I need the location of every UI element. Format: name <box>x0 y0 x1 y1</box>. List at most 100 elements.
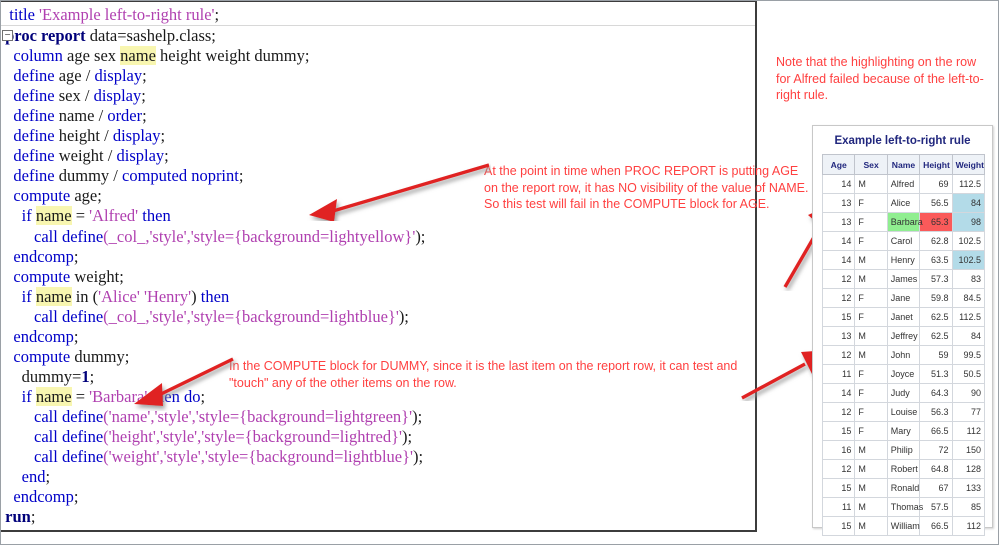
code-line[interactable]: call define(_col_,'style','style={backgr… <box>1 307 755 327</box>
code-token: call define <box>34 306 104 326</box>
table-cell-age: 14 <box>821 383 856 403</box>
code-token: 'style={background=lightblue}' <box>204 447 414 467</box>
code-line[interactable]: call define('name','style','style={backg… <box>1 407 755 427</box>
code-line[interactable]: − proc report data=sashelp.class; <box>1 26 755 46</box>
table-row: 14 F Judy 64.3 90 <box>821 383 986 403</box>
table-cell-height: 65.3 <box>919 212 953 232</box>
table-cell-name: Jane <box>886 288 921 308</box>
table-cell-name: Robert <box>886 459 921 479</box>
table-cell-name: Thomas <box>886 497 923 517</box>
table-row: 15 F Mary 66.5 112 <box>821 421 986 441</box>
code-token: compute <box>13 346 71 366</box>
table-cell-weight: 150 <box>951 440 986 460</box>
code-token: = <box>71 206 90 226</box>
code-line[interactable]: compute weight; <box>1 267 755 287</box>
code-token: run <box>5 507 31 527</box>
code-line[interactable]: column age sex name height weight dummy; <box>1 46 755 66</box>
table-row: 12 M Robert 64.8 128 <box>821 459 986 479</box>
table-cell-sex: F <box>854 212 888 232</box>
code-token: 'style={background=lightred}' <box>201 426 403 446</box>
report-title: Example left-to-right rule <box>834 135 971 147</box>
code-token: weight; <box>70 266 124 286</box>
table-cell-name: James <box>886 269 921 289</box>
table-cell-sex: M <box>854 516 888 536</box>
table-cell-age: 14 <box>821 231 856 251</box>
table-cell-sex: F <box>854 193 888 213</box>
code-line[interactable]: run; <box>1 507 755 527</box>
table-cell-age: 14 <box>821 174 856 194</box>
code-token: name <box>35 206 72 226</box>
table-cell-weight: 128 <box>951 459 986 479</box>
code-token: dummy / <box>54 166 122 186</box>
table-row: 15 F Janet 62.5 112.5 <box>821 307 986 327</box>
code-token: ; <box>73 326 79 346</box>
code-token: 'style={background=lightblue}' <box>190 306 399 326</box>
code-token: define <box>13 126 55 146</box>
table-cell-height: 62.5 <box>919 307 953 327</box>
code-token: (_col_, <box>103 226 150 246</box>
table-cell-age: 11 <box>821 497 856 517</box>
code-line[interactable]: call define('weight','style','style={bac… <box>1 447 755 467</box>
table-cell-weight: 112 <box>951 516 986 536</box>
table-cell-height: 72 <box>919 440 953 460</box>
code-token: call define <box>34 426 104 446</box>
code-token: data=sashelp.class; <box>85 26 216 46</box>
table-cell-sex: F <box>854 383 888 403</box>
table-column-header: Height <box>919 154 953 175</box>
code-token: name <box>35 286 72 306</box>
code-token: 'style={background=lightyellow}' <box>190 226 416 246</box>
table-cell-name: Barbara <box>886 212 923 232</box>
table-cell-age: 15 <box>821 478 856 498</box>
table-cell-height: 62.5 <box>919 326 953 346</box>
code-token: 'Alice' 'Henry' <box>98 286 192 306</box>
table-cell-height: 66.5 <box>919 516 953 536</box>
code-token: define <box>13 146 55 166</box>
code-line[interactable]: define height / display; <box>1 126 755 146</box>
table-cell-age: 15 <box>821 516 856 536</box>
code-line[interactable]: call define('height','style','style={bac… <box>1 427 755 447</box>
table-cell-weight: 112.5 <box>951 174 986 194</box>
table-cell-weight: 84.5 <box>951 288 986 308</box>
code-token: ; <box>214 5 220 24</box>
code-line[interactable]: if name in ('Alice' 'Henry') then <box>1 286 755 307</box>
code-line[interactable]: endcomp; <box>1 247 755 267</box>
table-row: 14 F Carol 62.8 102.5 <box>821 231 986 251</box>
sas-code-editor[interactable]: title 'Example left-to-right rule'; − pro… <box>1 1 757 532</box>
table-cell-age: 13 <box>821 326 856 346</box>
code-line[interactable]: endcomp; <box>1 327 755 347</box>
table-cell-sex: F <box>854 402 888 422</box>
table-row: 11 F Joyce 51.3 50.5 <box>821 364 986 384</box>
table-row: 15 M Ronald 67 133 <box>821 478 986 498</box>
table-cell-height: 62.8 <box>919 231 953 251</box>
code-line[interactable]: endcomp; <box>1 487 755 507</box>
table-cell-name: Philip <box>886 440 921 460</box>
code-token: define <box>13 166 55 186</box>
code-line[interactable]: end; <box>1 467 755 487</box>
table-cell-weight: 83 <box>951 269 986 289</box>
code-token: 1 <box>81 366 90 386</box>
code-line[interactable]: define name / order; <box>1 106 755 126</box>
code-line[interactable]: call define(_col_,'style','style={backgr… <box>1 227 755 247</box>
table-cell-weight: 84 <box>951 326 986 346</box>
table-row: 12 F Jane 59.8 84.5 <box>821 288 986 308</box>
code-line[interactable]: define age / display; <box>1 66 755 86</box>
fold-collapse-icon[interactable]: − <box>2 30 13 42</box>
table-cell-sex: M <box>854 250 888 270</box>
code-line[interactable]: title 'Example left-to-right rule'; <box>1 5 755 27</box>
table-cell-name: Alfred <box>886 174 921 194</box>
table-cell-age: 15 <box>821 307 856 327</box>
code-token: computed noprint <box>122 166 239 186</box>
code-line[interactable]: define sex / display; <box>1 86 755 106</box>
code-token: call define <box>34 226 104 246</box>
code-lines[interactable]: title 'Example left-to-right rule'; − pro… <box>1 2 755 527</box>
table-cell-weight: 112.5 <box>951 307 986 327</box>
